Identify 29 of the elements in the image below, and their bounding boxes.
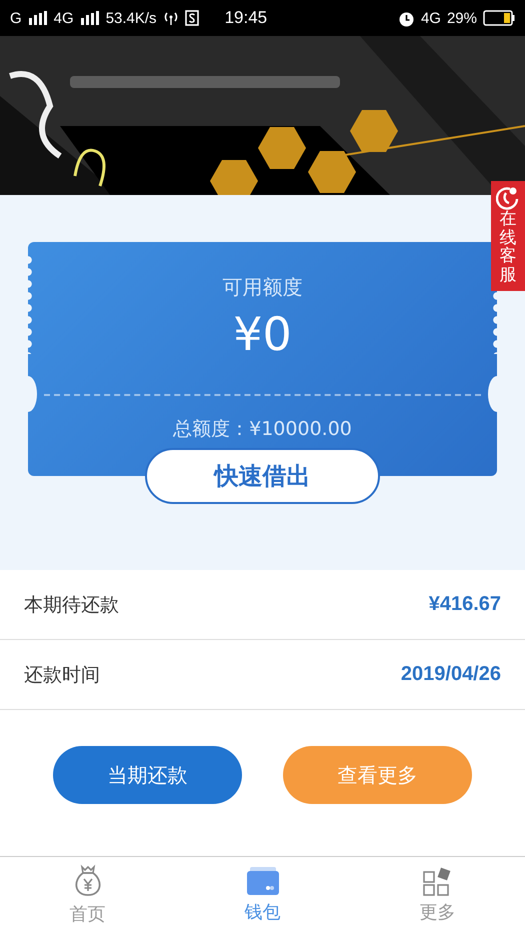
detail-value: 2019/04/26 xyxy=(400,663,501,686)
borrow-button[interactable]: 快速借出 xyxy=(145,448,380,504)
carrier-label: G xyxy=(10,10,22,26)
clock-time: 19:45 xyxy=(224,8,268,28)
card-title: 可用额度 xyxy=(222,274,302,301)
detail-label: 本期待还款 xyxy=(24,592,119,618)
battery-percent: 29% xyxy=(446,10,477,26)
more-button[interactable]: 查看更多 xyxy=(283,746,472,804)
available-amount: ¥0 xyxy=(233,307,292,361)
repay-button[interactable]: 当期还款 xyxy=(53,746,242,804)
app-icon xyxy=(184,10,199,26)
wallet-icon xyxy=(246,866,280,896)
signal-icon xyxy=(28,11,48,25)
hotspot-icon xyxy=(162,11,179,25)
grid-icon xyxy=(422,866,452,896)
alarm-icon xyxy=(398,10,415,26)
nav-tab[interactable]: 首页 xyxy=(0,857,175,932)
nav-tab[interactable]: 更多 xyxy=(350,857,525,932)
detail-value: ¥416.67 xyxy=(428,593,501,616)
nav-tab[interactable]: 钱包 xyxy=(175,857,350,932)
speed-label: 53.4K/s xyxy=(106,10,157,26)
signal-icon xyxy=(80,11,100,25)
total-limit: 总额度：¥10000.00 xyxy=(173,417,352,442)
service-button[interactable]: 在线客服 xyxy=(491,181,525,291)
phone-icon xyxy=(496,186,520,210)
detail-label: 还款时间 xyxy=(24,662,100,688)
network-label: 4G xyxy=(420,10,441,26)
network-label: 4G xyxy=(54,10,74,26)
battery-icon xyxy=(483,10,515,26)
